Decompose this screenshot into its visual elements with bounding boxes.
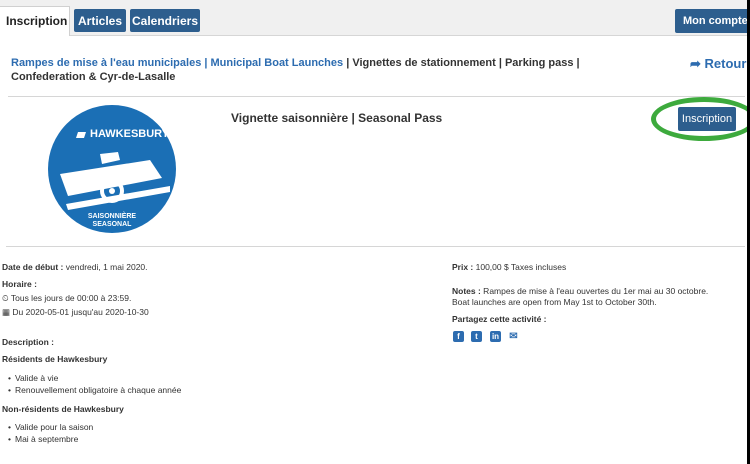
linkedin-icon[interactable]: in bbox=[490, 331, 501, 342]
share-label: Partagez cette activité : bbox=[452, 314, 547, 324]
back-label: Retour bbox=[704, 56, 747, 71]
page: Inscription Articles Calendriers Mon com… bbox=[0, 0, 747, 464]
list-item: Valide pour la saison bbox=[8, 421, 93, 433]
twitter-icon[interactable]: t bbox=[471, 331, 482, 342]
tab-calendriers[interactable]: Calendriers bbox=[130, 9, 200, 32]
start-date: Date de début : vendredi, 1 mai 2020. bbox=[2, 261, 148, 273]
clock-icon: ⏲ bbox=[2, 293, 9, 303]
divider-middle bbox=[6, 246, 745, 247]
breadcrumb-separator: | bbox=[343, 57, 353, 69]
top-nav: Inscription Articles Calendriers Mon com… bbox=[0, 0, 747, 36]
svg-text:SAISONNIÈRE: SAISONNIÈRE bbox=[88, 211, 137, 220]
product-title: Vignette saisonnière | Seasonal Pass bbox=[231, 111, 443, 125]
calendar-icon: ▦ bbox=[2, 307, 11, 317]
list-item: Mai à septembre bbox=[8, 433, 78, 445]
nonresidents-title: Non-résidents de Hawkesbury bbox=[2, 404, 124, 414]
schedule-time: ⏲ Tous les jours de 00:00 à 23:59. bbox=[2, 293, 132, 303]
back-link[interactable]: ➦ Retour bbox=[690, 56, 746, 72]
notes-line-1: Rampes de mise à l'eau ouvertes du 1er m… bbox=[480, 286, 709, 296]
start-date-value: vendredi, 1 mai 2020. bbox=[63, 262, 148, 272]
divider-top bbox=[8, 96, 745, 97]
account-menu-button[interactable]: Mon compte▼ bbox=[675, 9, 747, 33]
notes-line-2: Boat launches are open from May 1st to O… bbox=[452, 297, 657, 307]
residents-title: Résidents de Hawkesbury bbox=[2, 354, 108, 364]
schedule-label: Horaire : bbox=[2, 279, 37, 289]
hawkesbury-seasonal-logo: HAWKESBURY SAISONNIÈRE SEASONAL bbox=[48, 105, 176, 233]
svg-text:SEASONAL: SEASONAL bbox=[93, 221, 133, 228]
price: Prix : 100,00 $ Taxes incluses bbox=[452, 261, 566, 273]
breadcrumb-link-boat-launches[interactable]: Rampes de mise à l'eau municipales | Mun… bbox=[11, 57, 343, 69]
price-value: 100,00 $ Taxes incluses bbox=[473, 262, 567, 272]
list-item: Valide à vie bbox=[8, 372, 58, 384]
tab-articles[interactable]: Articles bbox=[74, 9, 126, 32]
account-label: Mon compte bbox=[683, 15, 747, 27]
breadcrumb: Rampes de mise à l'eau municipales | Mun… bbox=[11, 56, 651, 84]
highlight-ring bbox=[651, 97, 747, 141]
start-date-label: Date de début : bbox=[2, 262, 64, 272]
reply-arrow-icon: ➦ bbox=[690, 56, 701, 71]
list-item: Renouvellement obligatoire à chaque anné… bbox=[8, 384, 181, 396]
schedule-dates: ▦ Du 2020-05-01 jusqu'au 2020-10-30 bbox=[2, 307, 149, 317]
facebook-icon[interactable]: f bbox=[453, 331, 464, 342]
description-label: Description : bbox=[2, 337, 54, 347]
email-icon[interactable]: ✉ bbox=[508, 331, 519, 342]
price-label: Prix : bbox=[452, 262, 474, 272]
tab-inscription[interactable]: Inscription bbox=[0, 6, 70, 36]
svg-text:HAWKESBURY: HAWKESBURY bbox=[90, 128, 170, 140]
notes-label: Notes : bbox=[452, 286, 481, 296]
